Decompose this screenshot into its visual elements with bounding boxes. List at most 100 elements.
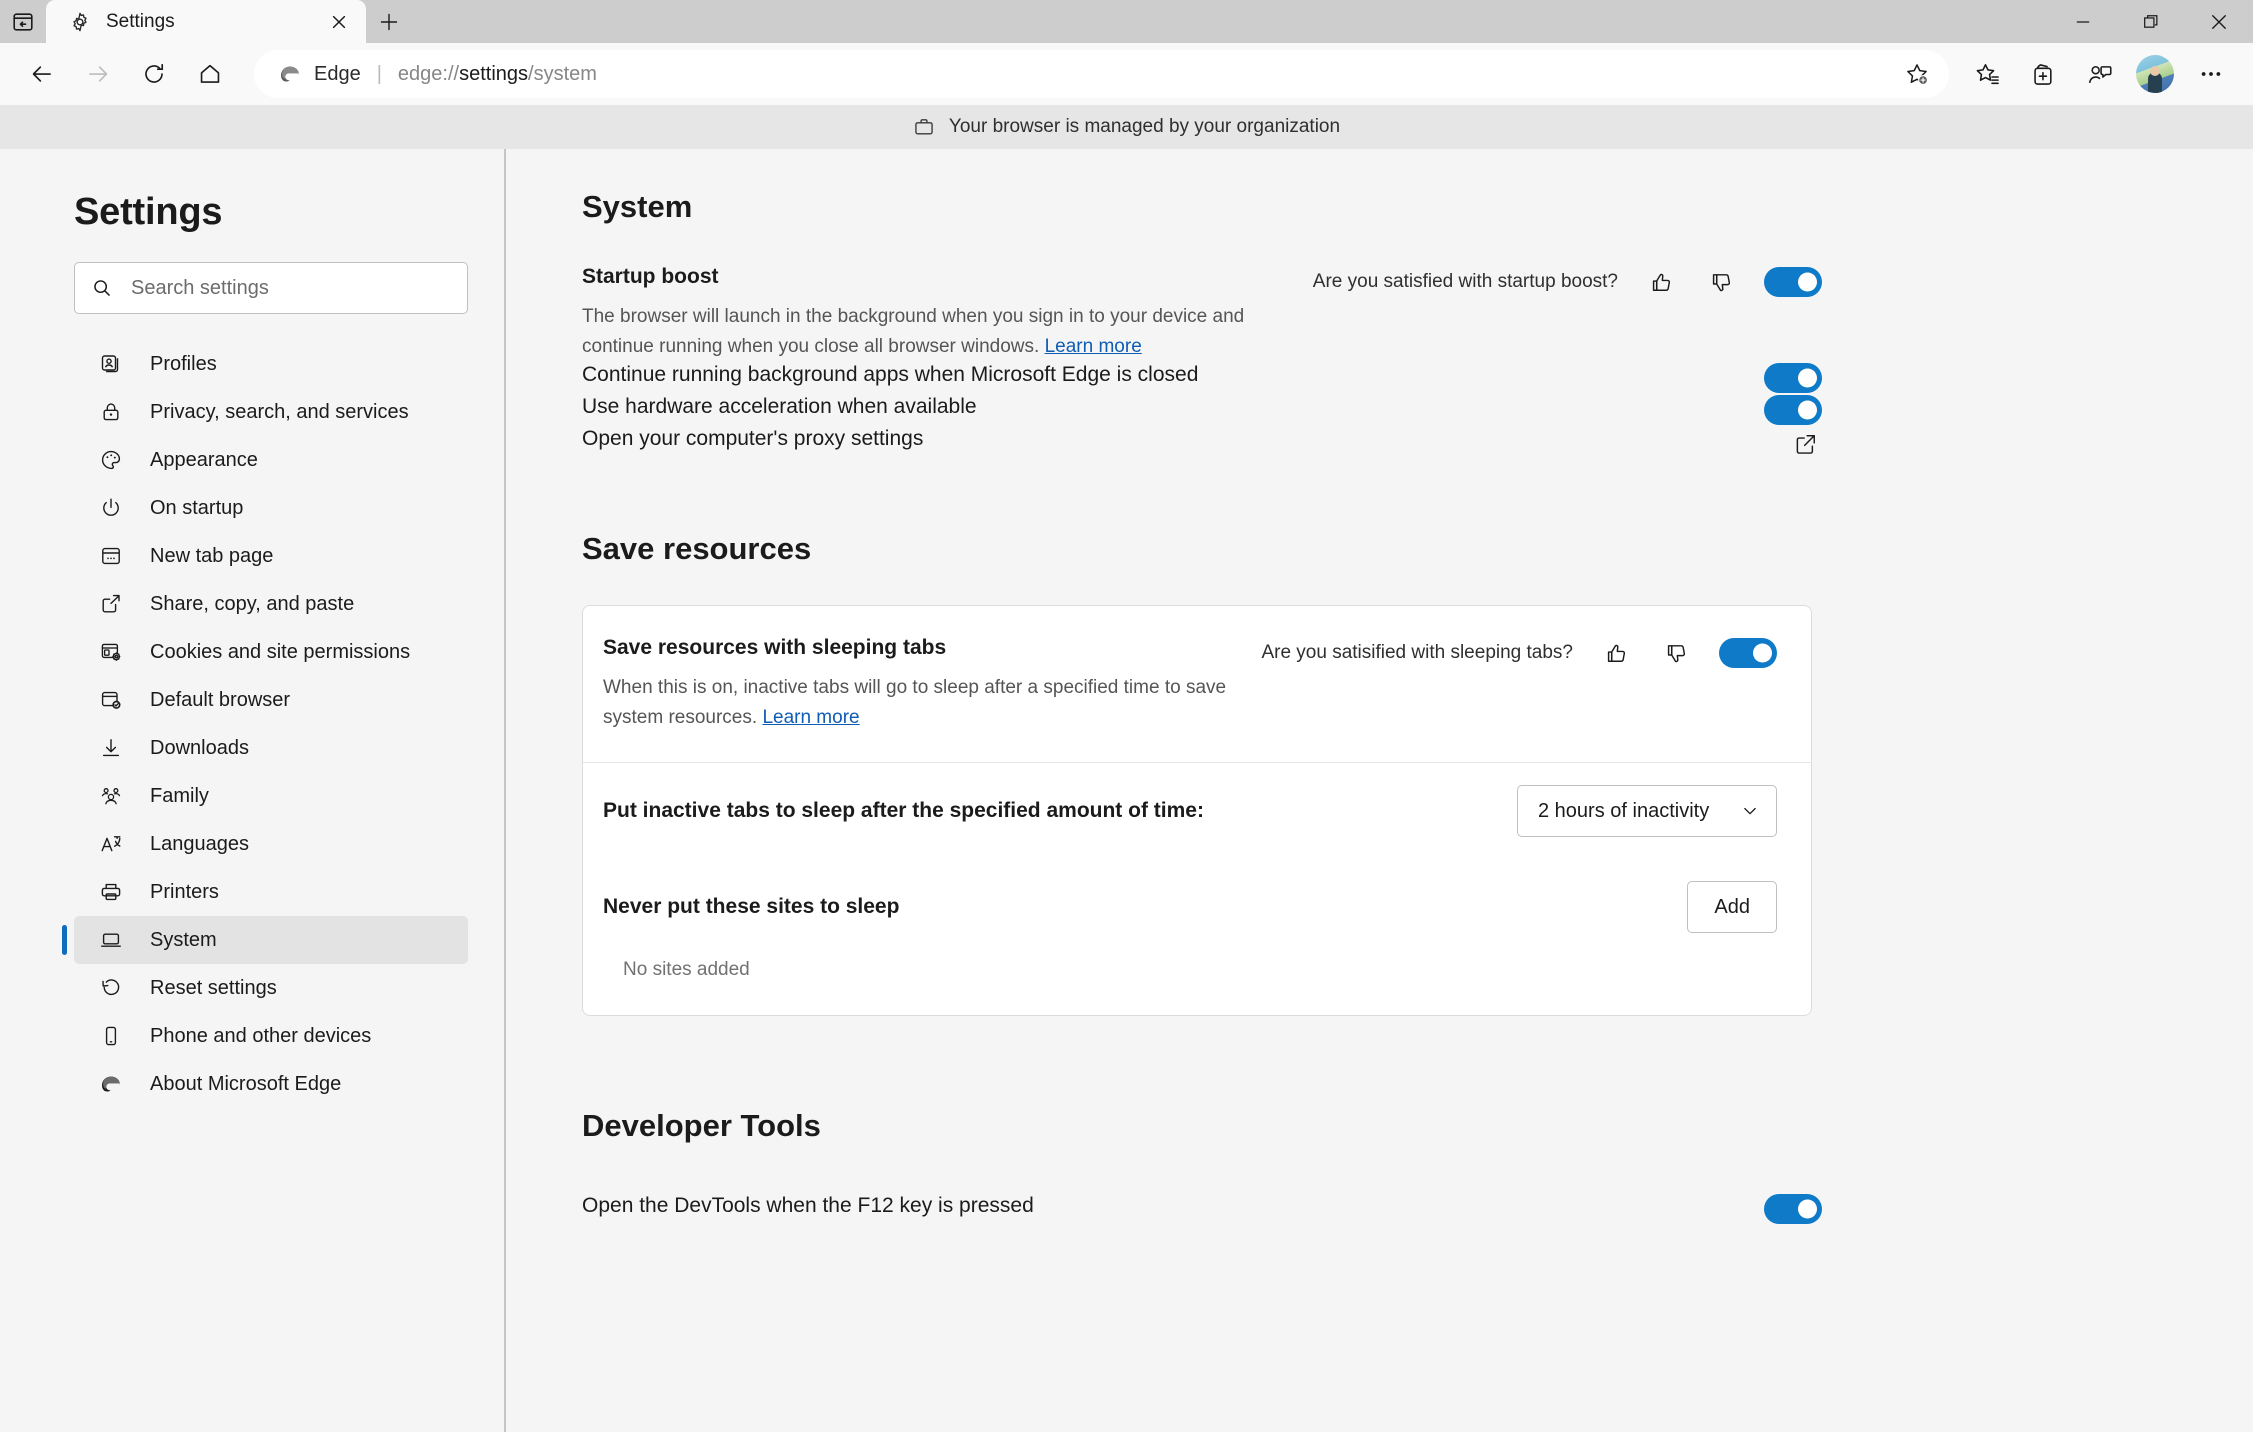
refresh-icon[interactable] — [126, 50, 182, 98]
new-tab-button[interactable] — [366, 0, 412, 43]
edge-brand-label: Edge — [314, 63, 361, 86]
printer-icon — [98, 879, 124, 905]
section-heading-developer-tools: Developer Tools — [582, 1108, 1822, 1144]
sidebar-item-cookies-and-site-permissions[interactable]: Cookies and site permissions — [74, 628, 468, 676]
favorites-icon[interactable] — [1959, 50, 2015, 98]
sidebar-item-about-microsoft-edge[interactable]: About Microsoft Edge — [74, 1060, 468, 1108]
forward-arrow-icon[interactable] — [70, 50, 126, 98]
inactive-timer-dropdown[interactable]: 2 hours of inactivity — [1517, 785, 1777, 837]
sidebar-item-profiles[interactable]: Profiles — [74, 340, 468, 388]
search-icon — [91, 277, 113, 299]
browser-essentials-icon[interactable] — [2071, 50, 2127, 98]
sidebar-nav: Profiles Privacy, search, and services — [0, 340, 504, 1108]
sidebar-item-printers[interactable]: Printers — [74, 868, 468, 916]
address-bar[interactable]: Edge | edge://settings/system — [254, 50, 1949, 98]
settings-and-more-icon[interactable] — [2183, 50, 2239, 98]
sidebar-item-label: System — [150, 929, 217, 952]
sidebar-item-label: Share, copy, and paste — [150, 593, 354, 616]
browser-tab[interactable]: Settings — [46, 0, 366, 43]
startup-boost-toggle[interactable] — [1764, 267, 1822, 297]
sidebar-item-languages[interactable]: Languages — [74, 820, 468, 868]
never-sleep-empty-state: No sites added — [583, 955, 1811, 1015]
thumbs-up-icon[interactable] — [1644, 265, 1678, 299]
share-icon — [98, 591, 124, 617]
setting-description: The browser will launch in the backgroun… — [582, 302, 1283, 361]
window-controls — [2049, 0, 2253, 43]
sidebar-item-new-tab-page[interactable]: New tab page — [74, 532, 468, 580]
sidebar-item-label: Downloads — [150, 737, 249, 760]
setting-description: When this is on, inactive tabs will go t… — [603, 673, 1231, 732]
sidebar-item-label: Default browser — [150, 689, 290, 712]
sidebar-item-system[interactable]: System — [74, 916, 468, 964]
sidebar-item-appearance[interactable]: Appearance — [74, 436, 468, 484]
setting-proxy[interactable]: Open your computer's proxy settings — [582, 425, 1822, 461]
palette-icon — [98, 447, 124, 473]
inactive-timer-value: 2 hours of inactivity — [1538, 800, 1709, 823]
add-favorite-icon[interactable] — [1895, 52, 1939, 96]
inactive-timer-label: Put inactive tabs to sleep after the spe… — [603, 799, 1204, 823]
sleeping-tabs-card: Save resources with sleeping tabs When t… — [582, 605, 1812, 1016]
url-host: settings — [459, 63, 528, 85]
sidebar-item-share-copy-and-paste[interactable]: Share, copy, and paste — [74, 580, 468, 628]
thumbs-up-icon[interactable] — [1599, 636, 1633, 670]
gear-icon — [68, 10, 92, 34]
feedback-question: Are you satisified with sleeping tabs? — [1261, 642, 1573, 664]
learn-more-link[interactable]: Learn more — [1045, 336, 1142, 357]
feedback-question: Are you satisfied with startup boost? — [1313, 271, 1618, 293]
reset-icon — [98, 975, 124, 1001]
new-tab-page-icon — [98, 543, 124, 569]
browser-toolbar: Edge | edge://settings/system — [0, 43, 2253, 105]
languages-icon — [98, 831, 124, 857]
collections-icon[interactable] — [2015, 50, 2071, 98]
sidebar-item-downloads[interactable]: Downloads — [74, 724, 468, 772]
setting-hardware-acceleration: Use hardware acceleration when available — [582, 393, 1822, 425]
sidebar-item-label: Appearance — [150, 449, 258, 472]
sidebar-item-privacy-search-and-services[interactable]: Privacy, search, and services — [74, 388, 468, 436]
cookies-icon — [98, 639, 124, 665]
hardware-acceleration-controls — [1764, 393, 1822, 425]
close-icon[interactable] — [324, 7, 354, 37]
search-input[interactable] — [131, 277, 451, 300]
devtools-f12-toggle[interactable] — [1764, 1194, 1822, 1224]
sidebar-item-phone-and-other-devices[interactable]: Phone and other devices — [74, 1012, 468, 1060]
background-apps-toggle[interactable] — [1764, 363, 1822, 393]
search-settings-box[interactable] — [74, 262, 468, 314]
maximize-restore-button[interactable] — [2117, 0, 2185, 43]
close-window-button[interactable] — [2185, 0, 2253, 43]
sleeping-tabs-toggle[interactable] — [1719, 638, 1777, 668]
open-external-icon[interactable] — [1788, 427, 1822, 461]
laptop-icon — [98, 927, 124, 953]
sidebar-item-default-browser[interactable]: Default browser — [74, 676, 468, 724]
thumbs-down-icon[interactable] — [1704, 265, 1738, 299]
sidebar-item-label: On startup — [150, 497, 243, 520]
download-icon — [98, 735, 124, 761]
sidebar-item-reset-settings[interactable]: Reset settings — [74, 964, 468, 1012]
sidebar-item-on-startup[interactable]: On startup — [74, 484, 468, 532]
sleeping-tabs-block: Save resources with sleeping tabs When t… — [583, 606, 1811, 762]
section-heading-save-resources: Save resources — [582, 531, 1822, 567]
proxy-controls — [1788, 425, 1822, 461]
add-site-button[interactable]: Add — [1687, 881, 1777, 933]
sidebar-item-family[interactable]: Family — [74, 772, 468, 820]
sidebar-item-label: Reset settings — [150, 977, 277, 1000]
home-icon[interactable] — [182, 50, 238, 98]
back-arrow-icon[interactable] — [14, 50, 70, 98]
minimize-button[interactable] — [2049, 0, 2117, 43]
profile-avatar-button[interactable] — [2127, 50, 2183, 98]
never-sleep-row: Never put these sites to sleep Add — [583, 859, 1811, 955]
sidebar-item-label: Printers — [150, 881, 219, 904]
setting-description-text: When this is on, inactive tabs will go t… — [603, 677, 1226, 727]
edge-logo-icon — [278, 62, 302, 86]
setting-title: Open your computer's proxy settings — [582, 425, 923, 452]
tab-search-icon[interactable] — [0, 0, 46, 43]
setting-title: Save resources with sleeping tabs — [603, 634, 1231, 661]
settings-sidebar: Settings Profiles — [0, 149, 506, 1432]
learn-more-link[interactable]: Learn more — [762, 707, 859, 728]
thumbs-down-icon[interactable] — [1659, 636, 1693, 670]
setting-title: Startup boost — [582, 263, 1283, 290]
sidebar-item-label: Languages — [150, 833, 249, 856]
hardware-acceleration-toggle[interactable] — [1764, 395, 1822, 425]
setting-title: Use hardware acceleration when available — [582, 393, 977, 420]
address-bar-url[interactable]: edge://settings/system — [398, 63, 1895, 86]
edge-icon — [98, 1071, 124, 1097]
